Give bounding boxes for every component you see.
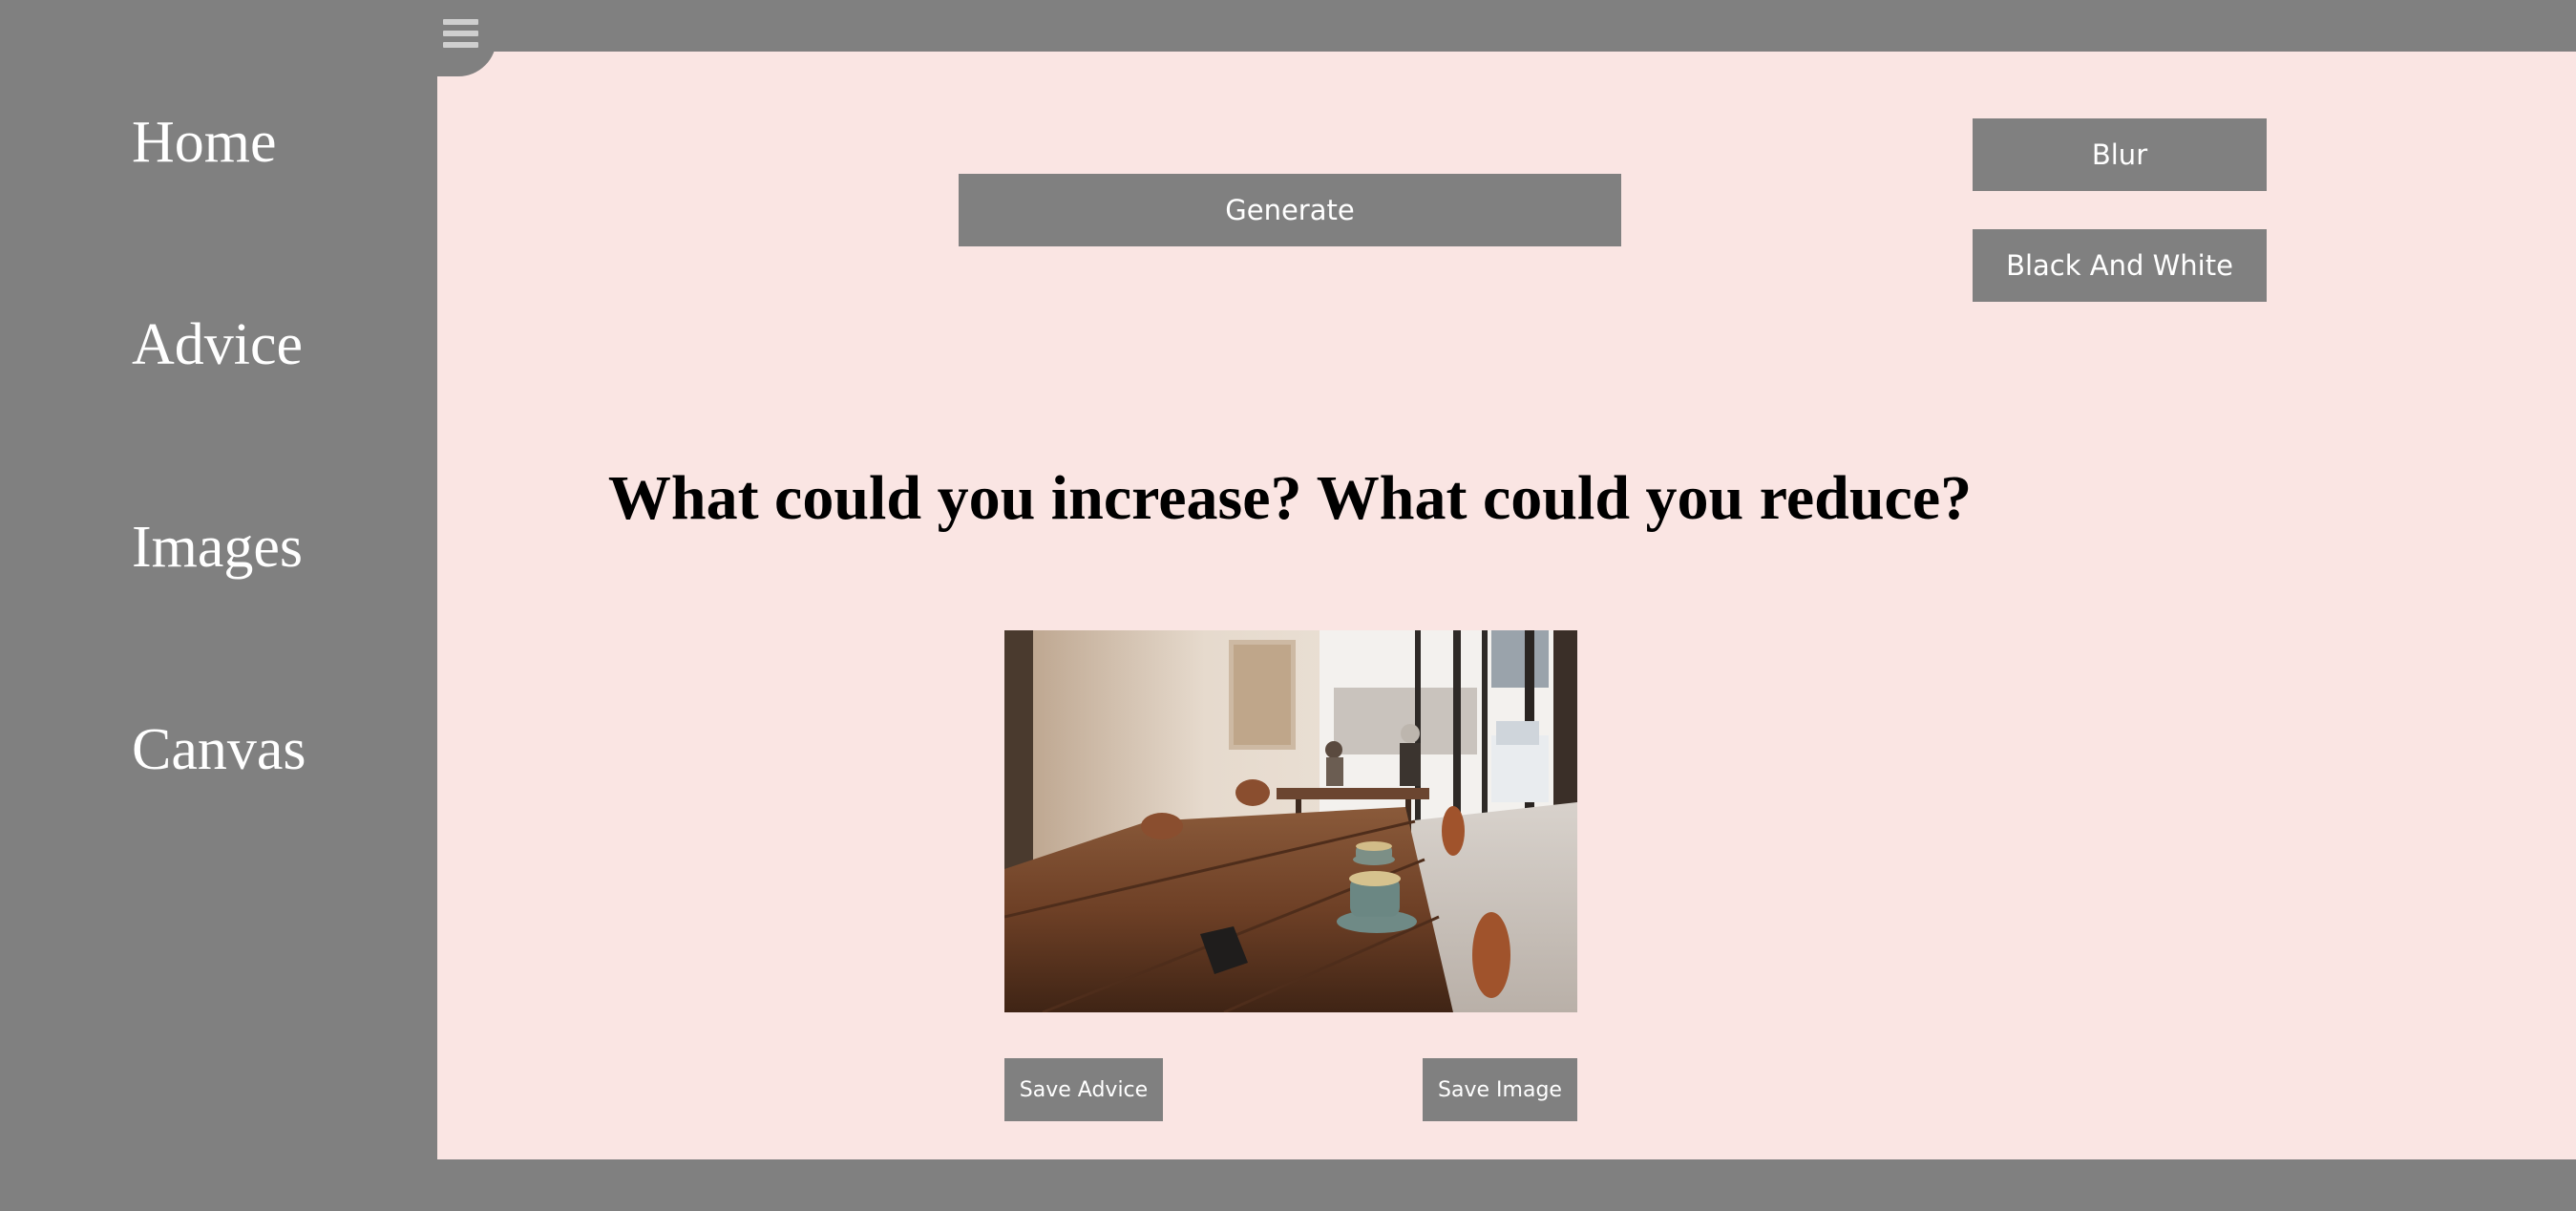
advice-text: What could you increase? What could you … <box>607 463 1973 533</box>
save-advice-button[interactable]: Save Advice <box>1004 1058 1163 1121</box>
save-image-button[interactable]: Save Image <box>1423 1058 1577 1121</box>
black-and-white-button[interactable]: Black And White <box>1973 229 2267 302</box>
app-page: Home Advice Images Canvas Generate Blur … <box>0 0 2576 1211</box>
generate-button[interactable]: Generate <box>959 174 1621 246</box>
main-panel: Generate Blur Black And White What could… <box>437 52 2576 1159</box>
sidebar-item-advice[interactable]: Advice <box>132 315 303 374</box>
sidebar-item-canvas[interactable]: Canvas <box>132 720 306 779</box>
generated-image <box>1004 630 1577 1012</box>
sidebar-item-home[interactable]: Home <box>132 113 277 172</box>
blur-button[interactable]: Blur <box>1973 118 2267 191</box>
sidebar-nav: Home Advice Images Canvas <box>0 0 437 1211</box>
sidebar-item-images[interactable]: Images <box>132 518 303 577</box>
